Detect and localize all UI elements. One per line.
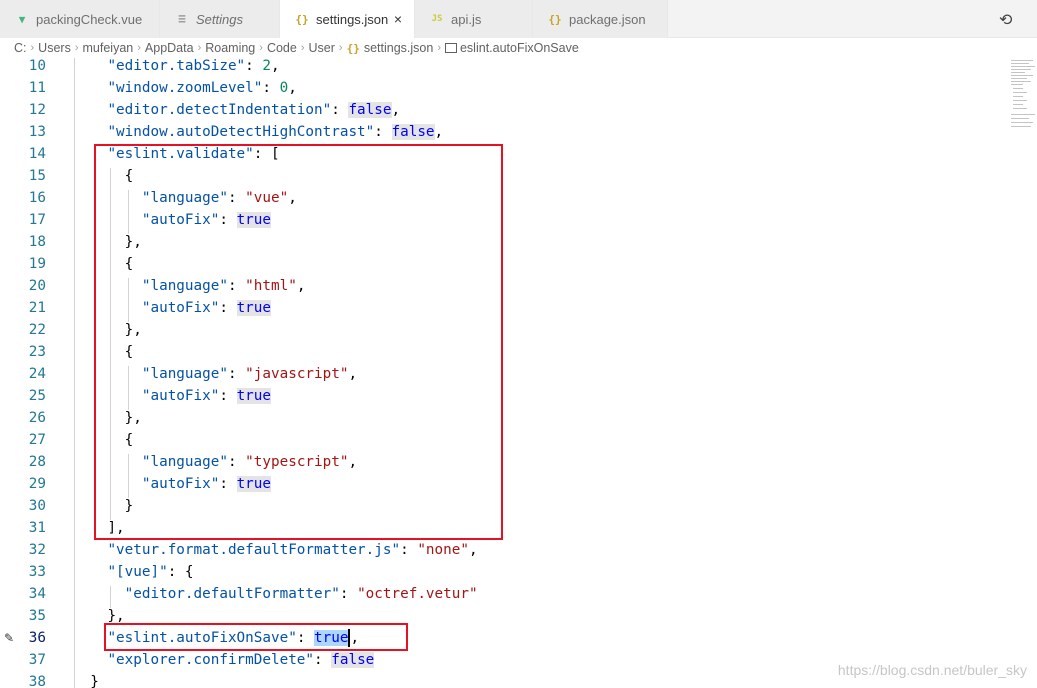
line-number: 27	[28, 432, 46, 448]
open-changes-icon[interactable]: ⟲	[999, 10, 1017, 29]
line-number: 23	[28, 344, 46, 360]
code-line[interactable]: 32 "vetur.format.defaultFormatter.js": "…	[0, 539, 1000, 561]
line-number: 33	[28, 564, 46, 580]
line-number: 13	[28, 124, 46, 140]
line-number: 28	[28, 454, 46, 470]
code-text: "window.autoDetectHighContrast": false,	[107, 124, 444, 140]
breadcrumb-item[interactable]: User	[309, 41, 335, 55]
chevron-right-icon: ›	[437, 42, 441, 54]
json-icon: {}	[346, 41, 360, 55]
highlight-box-autofixonsave	[104, 623, 408, 651]
tab-label: settings.json	[316, 11, 389, 27]
line-number: 21	[28, 300, 46, 316]
chevron-right-icon: ›	[137, 42, 141, 54]
line-number: 26	[28, 410, 46, 426]
code-text: "[vue]": {	[107, 564, 194, 580]
breadcrumb-item[interactable]: mufeiyan	[83, 41, 134, 55]
line-number: 30	[28, 498, 46, 514]
line-number: 18	[28, 234, 46, 250]
tab-packingcheck-vue[interactable]: ▼ packingCheck.vue	[0, 0, 160, 38]
code-text: "vetur.format.defaultFormatter.js": "non…	[107, 542, 478, 558]
code-line[interactable]: 33 "[vue]": {	[0, 561, 1000, 583]
json-icon: {}	[548, 12, 562, 26]
tab-bar: ▼ packingCheck.vue ≡ Settings {} setting…	[0, 0, 1037, 38]
line-number: 34	[28, 586, 46, 602]
code-line[interactable]: 34 "editor.defaultFormatter": "octref.ve…	[0, 583, 1000, 605]
code-text: "editor.tabSize": 2,	[107, 58, 280, 74]
code-line[interactable]: 10 "editor.tabSize": 2,	[0, 55, 1000, 77]
settings-list-icon: ≡	[178, 11, 186, 27]
chevron-right-icon: ›	[338, 42, 343, 54]
tab-settings-json[interactable]: {} settings.json ×	[280, 0, 415, 38]
tab-label: Settings	[196, 11, 243, 27]
line-number: 25	[28, 388, 46, 404]
breadcrumb-item[interactable]: AppData	[145, 41, 194, 55]
line-number: 19	[28, 256, 46, 272]
line-number: 17	[28, 212, 46, 228]
line-number: 31	[28, 520, 46, 536]
property-icon	[444, 43, 457, 53]
breadcrumb-item[interactable]: Users	[38, 41, 71, 55]
breadcrumb-item[interactable]: Code	[267, 41, 297, 55]
chevron-right-icon: ›	[30, 42, 35, 54]
chevron-right-icon: ›	[259, 42, 263, 54]
tab-package-json[interactable]: {} package.json	[533, 0, 668, 38]
code-line[interactable]: 12 "editor.detectIndentation": false,	[0, 99, 1000, 121]
code-line[interactable]: 13 "window.autoDetectHighContrast": fals…	[0, 121, 1000, 143]
line-number: 38	[28, 674, 46, 688]
chevron-right-icon: ›	[74, 42, 79, 54]
line-number: 16	[28, 190, 46, 206]
chevron-right-icon: ›	[300, 42, 305, 54]
code-text: "editor.detectIndentation": false,	[107, 102, 401, 118]
breadcrumb-item[interactable]: eslint.autoFixOnSave	[460, 41, 579, 55]
line-number: 36	[28, 630, 46, 646]
line-number: 32	[28, 542, 46, 558]
tab-settings[interactable]: ≡ Settings	[160, 0, 280, 38]
line-number: 12	[28, 102, 46, 118]
tab-api-js[interactable]: JS api.js	[415, 0, 533, 38]
code-text: }	[90, 674, 99, 688]
watermark: https://blog.csdn.net/buler_sky	[837, 662, 1027, 678]
js-icon: JS	[431, 14, 443, 24]
close-icon[interactable]: ×	[394, 11, 402, 27]
line-number: 37	[28, 652, 46, 668]
code-text: "editor.defaultFormatter": "octref.vetur…	[124, 586, 478, 602]
line-number: 20	[28, 278, 46, 294]
line-number: 10	[28, 58, 46, 74]
highlight-box-eslint-validate	[94, 144, 503, 540]
code-text: },	[107, 608, 125, 624]
breadcrumb-item[interactable]: Roaming	[205, 41, 255, 55]
tab-label: packingCheck.vue	[36, 11, 143, 27]
breadcrumb-item[interactable]: settings.json	[364, 41, 433, 55]
line-number: 24	[28, 366, 46, 382]
json-icon: {}	[295, 12, 309, 26]
chevron-right-icon: ›	[197, 42, 202, 54]
line-number: 22	[28, 322, 46, 338]
breadcrumb-item[interactable]: C:	[14, 41, 27, 55]
line-number: 11	[28, 80, 46, 96]
minimap[interactable]	[1005, 58, 1037, 138]
vue-icon: ▼	[18, 12, 26, 26]
tab-label: api.js	[451, 11, 482, 27]
code-text: "explorer.confirmDelete": false	[107, 652, 375, 668]
line-number: 29	[28, 476, 46, 492]
line-number: 35	[28, 608, 46, 624]
line-number: 14	[28, 146, 46, 162]
code-line[interactable]: 11 "window.zoomLevel": 0,	[0, 77, 1000, 99]
tab-label: package.json	[569, 11, 646, 27]
line-number: 15	[28, 168, 46, 184]
code-text: "window.zoomLevel": 0,	[107, 80, 297, 96]
